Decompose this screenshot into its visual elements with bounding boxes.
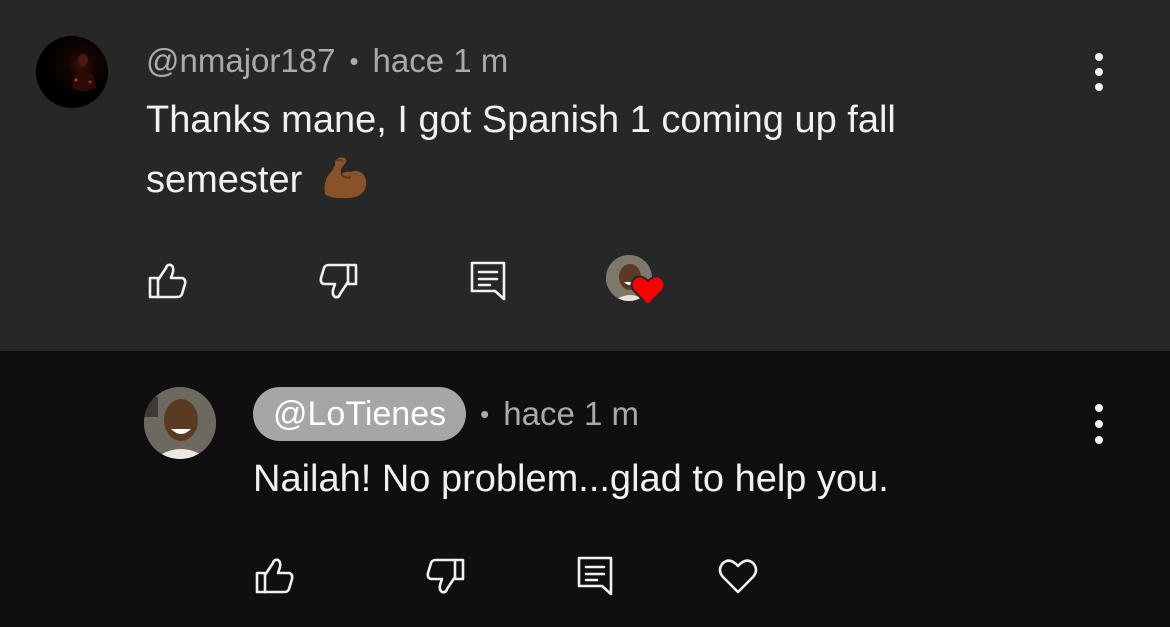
thumbs-down-icon [319,263,358,299]
thumbs-up-icon [148,263,187,299]
comment-actions [253,554,773,604]
comment-author-handle[interactable]: @LoTienes [253,387,467,441]
commenter-avatar[interactable] [144,387,216,459]
comment-options-button[interactable] [1084,53,1114,91]
comment-meta: @nmajor187 • hace 1 m [146,40,508,82]
like-button[interactable] [253,554,297,598]
like-button[interactable] [146,259,190,303]
comment-text-content: Nailah! No problem...glad to help you. [253,458,889,500]
meta-separator: • [349,45,359,76]
reply-button[interactable] [466,259,510,303]
heart-icon [718,559,758,594]
comment-author-handle[interactable]: @nmajor187 [146,42,335,80]
more-vert-icon [1095,53,1103,61]
more-vert-icon [1095,404,1103,412]
comment-options-button[interactable] [1084,404,1114,444]
comment-timestamp[interactable]: hace 1 m [373,42,509,80]
comment-2: @LoTienes • hace 1 m Nailah! No problem.… [0,351,1170,627]
dislike-button[interactable] [423,554,467,598]
reply-icon [577,556,613,596]
creator-heart-badge[interactable] [606,255,666,311]
thumbs-up-icon [255,558,294,594]
reply-button[interactable] [573,554,617,598]
commenter-avatar[interactable] [36,36,108,108]
comment-text: Thanks mane, I got Spanish 1 coming up f… [146,90,1046,218]
comment-text: Nailah! No problem...glad to help you. [253,449,1113,509]
dislike-button[interactable] [316,259,360,303]
heart-button[interactable] [716,554,760,598]
heart-icon [630,275,666,307]
comment-timestamp[interactable]: hace 1 m [503,395,639,433]
meta-separator: • [480,398,490,429]
comment-actions [146,255,676,309]
flexed-biceps-emoji [319,154,369,218]
comment-meta: @LoTienes • hace 1 m [253,387,639,441]
reply-icon [470,261,506,301]
comment-text-content: Thanks mane, I got Spanish 1 coming up f… [146,99,896,201]
thumbs-down-icon [426,558,465,594]
comment-1: @nmajor187 • hace 1 m Thanks mane, I got… [0,0,1170,351]
